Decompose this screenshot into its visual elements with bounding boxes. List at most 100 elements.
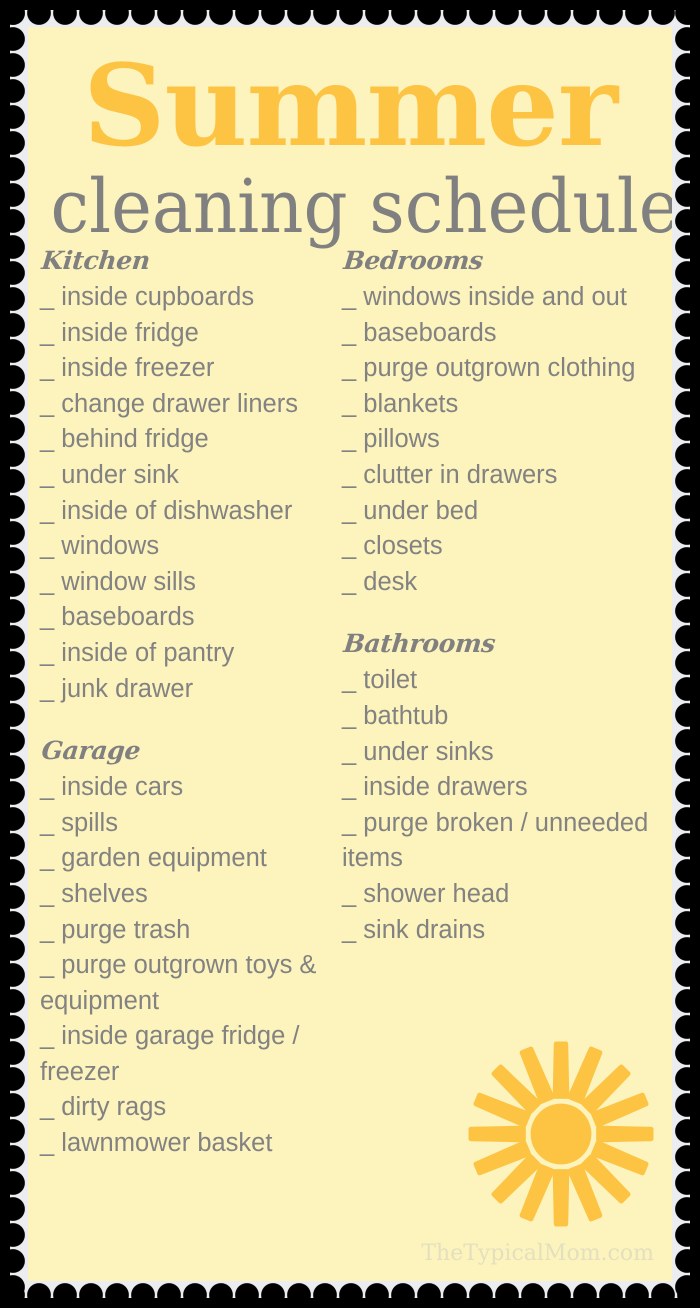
checkbox-blank-icon[interactable]: _ xyxy=(342,738,356,766)
checklist-item[interactable]: _ purge broken / unneeded items xyxy=(342,806,672,877)
checklist-item[interactable]: _ under sinks xyxy=(342,735,672,771)
checkbox-blank-icon[interactable]: _ xyxy=(342,497,356,525)
checkbox-blank-icon[interactable]: _ xyxy=(342,702,356,730)
checkbox-blank-icon[interactable]: _ xyxy=(342,319,356,347)
checkbox-blank-icon[interactable]: _ xyxy=(40,354,54,382)
checkbox-blank-icon[interactable]: _ xyxy=(342,880,356,908)
checklist-item[interactable]: _ purge trash xyxy=(40,913,336,949)
checkbox-blank-icon[interactable]: _ xyxy=(342,461,356,489)
checklist-item[interactable]: _ window sills xyxy=(40,565,336,601)
checkbox-blank-icon[interactable]: _ xyxy=(342,354,356,382)
checklist-item[interactable]: _ change drawer liners xyxy=(40,387,336,423)
checklist-item[interactable]: _ inside fridge xyxy=(40,316,336,352)
sun-ray xyxy=(552,1041,570,1099)
checkbox-blank-icon[interactable]: _ xyxy=(40,390,54,418)
watermark: TheTypicalMom.com xyxy=(421,1241,654,1266)
printable-checklist-card: Summer cleaning schedule Kitchen _ inside… xyxy=(28,27,672,1281)
sun-ray xyxy=(552,1169,570,1227)
checkbox-blank-icon[interactable]: _ xyxy=(40,916,54,944)
checklist-item[interactable]: _ desk xyxy=(342,565,672,601)
checklist-item-label: closets xyxy=(356,532,443,561)
checklist-item-label: inside freezer xyxy=(54,354,215,383)
checklist-item[interactable]: _ purge outgrown clothing xyxy=(342,351,672,387)
section-heading: Kitchen xyxy=(40,246,152,275)
checkbox-blank-icon[interactable]: _ xyxy=(40,844,54,872)
checklist-item-label: purge trash xyxy=(54,915,191,944)
checkbox-blank-icon[interactable]: _ xyxy=(342,666,356,694)
checkbox-blank-icon[interactable]: _ xyxy=(40,1022,54,1050)
checklist-item[interactable]: _ baseboards xyxy=(40,600,336,636)
checkbox-blank-icon[interactable]: _ xyxy=(40,532,54,560)
checklist-item[interactable]: _ bathtub xyxy=(342,699,672,735)
checklist-item-label: inside garage fridge / freezer xyxy=(40,1022,300,1086)
checklist-item-label: dirty rags xyxy=(54,1093,167,1122)
checklist-item[interactable]: _ clutter in drawers xyxy=(342,458,672,494)
checklist-item-label: purge broken / unneeded items xyxy=(342,808,649,873)
checklist-item[interactable]: _ sink drains xyxy=(342,913,672,949)
checklist-item-label: inside of pantry xyxy=(54,638,235,667)
checkbox-blank-icon[interactable]: _ xyxy=(40,951,54,979)
checkbox-blank-icon[interactable]: _ xyxy=(40,675,54,703)
checklist-item[interactable]: _ lawnmower basket xyxy=(40,1126,336,1162)
checkbox-blank-icon[interactable]: _ xyxy=(342,568,356,596)
checkbox-blank-icon[interactable]: _ xyxy=(40,568,54,596)
checkbox-blank-icon[interactable]: _ xyxy=(40,425,54,453)
checklist-item-label: garden equipment xyxy=(54,844,267,873)
checkbox-blank-icon[interactable]: _ xyxy=(40,639,54,667)
checkbox-blank-icon[interactable]: _ xyxy=(342,809,356,837)
checklist-item-label: inside cupboards xyxy=(54,283,255,311)
checklist-item[interactable]: _ dirty rags xyxy=(40,1090,336,1126)
checklist-item[interactable]: _ junk drawer xyxy=(40,672,336,708)
checkbox-blank-icon[interactable]: _ xyxy=(342,773,356,801)
checklist-item[interactable]: _ inside cupboards xyxy=(40,280,336,316)
checklist-item[interactable]: _ toilet xyxy=(342,663,672,699)
checklist-item[interactable]: _ windows inside and out xyxy=(342,280,672,316)
checklist-item[interactable]: _ spills xyxy=(40,806,336,842)
checklist-item[interactable]: _ inside cars xyxy=(40,770,336,806)
checklist-item[interactable]: _ shelves xyxy=(40,877,336,913)
checklist-item[interactable]: _ blankets xyxy=(342,387,672,423)
checklist-item-label: pillows xyxy=(356,425,440,454)
checklist-item[interactable]: _ inside of dishwasher xyxy=(40,494,336,530)
checklist-item-label: desk xyxy=(356,567,418,596)
checkbox-blank-icon[interactable]: _ xyxy=(40,461,54,489)
checkbox-blank-icon[interactable]: _ xyxy=(40,283,54,311)
checklist-item[interactable]: _ behind fridge xyxy=(40,422,336,458)
checklist-item-label: shelves xyxy=(54,879,148,908)
checklist-section: Bedrooms _ windows inside and out _ basebo… xyxy=(342,245,672,600)
checklist-item[interactable]: _ under bed xyxy=(342,494,672,530)
checklist-item[interactable]: _ inside drawers xyxy=(342,770,672,806)
checkbox-blank-icon[interactable]: _ xyxy=(342,916,356,944)
checkbox-blank-icon[interactable]: _ xyxy=(40,809,54,837)
checkbox-blank-icon[interactable]: _ xyxy=(342,532,356,560)
checklist-item-label: baseboards xyxy=(356,318,497,347)
checklist-item-label: purge outgrown toys & equipment xyxy=(40,951,317,1015)
checkbox-blank-icon[interactable]: _ xyxy=(342,390,356,418)
checklist-item[interactable]: _ garden equipment xyxy=(40,841,336,877)
checklist-item-label: change drawer liners xyxy=(54,389,298,418)
checklist-item[interactable]: _ under sink xyxy=(40,458,336,494)
checklist-item[interactable]: _ shower head xyxy=(342,877,672,913)
checkbox-blank-icon[interactable]: _ xyxy=(40,603,54,631)
checklist-item-label: purge outgrown clothing xyxy=(356,354,636,383)
checkbox-blank-icon[interactable]: _ xyxy=(40,497,54,525)
checklist-item[interactable]: _ pillows xyxy=(342,422,672,458)
checkbox-blank-icon[interactable]: _ xyxy=(40,1093,54,1121)
checklist-item[interactable]: _ baseboards xyxy=(342,316,672,352)
checkbox-blank-icon[interactable]: _ xyxy=(40,880,54,908)
checkbox-blank-icon[interactable]: _ xyxy=(342,283,356,311)
checkbox-blank-icon[interactable]: _ xyxy=(342,425,356,453)
checkbox-blank-icon[interactable]: _ xyxy=(40,1129,54,1157)
checkbox-blank-icon[interactable]: _ xyxy=(40,319,54,347)
checklist-section: Garage _ inside cars _ spills _ garden equi… xyxy=(40,735,336,1162)
checklist-column-left: Kitchen _ inside cupboards _ inside fridge… xyxy=(28,245,336,1162)
sun-core xyxy=(530,1103,592,1165)
checkbox-blank-icon[interactable]: _ xyxy=(40,773,54,801)
checklist-item[interactable]: _ inside freezer xyxy=(40,351,336,387)
checklist-item[interactable]: _ windows xyxy=(40,529,336,565)
checklist-item[interactable]: _ inside garage fridge / freezer xyxy=(40,1019,336,1090)
checklist-item[interactable]: _ purge outgrown toys & equipment xyxy=(40,948,336,1019)
checklist-item-label: spills xyxy=(54,808,118,837)
checklist-item[interactable]: _ inside of pantry xyxy=(40,636,336,672)
checklist-item[interactable]: _ closets xyxy=(342,529,672,565)
